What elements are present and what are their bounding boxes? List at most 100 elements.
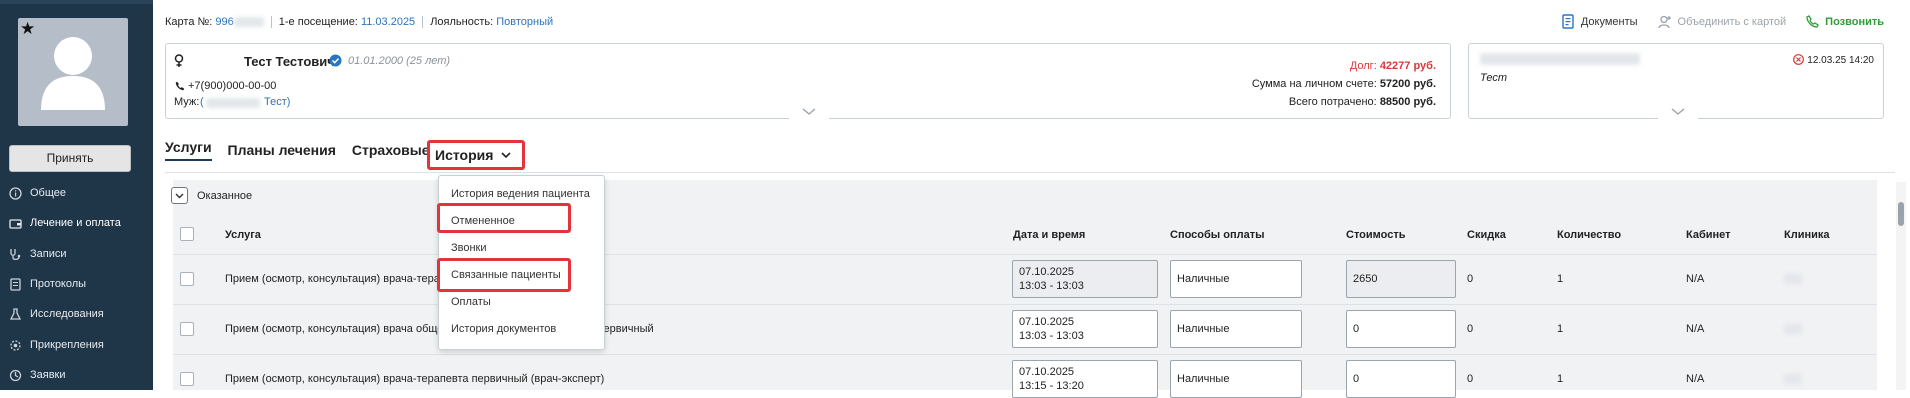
payment-field[interactable]: Наличные — [1170, 260, 1302, 298]
female-gender-icon — [174, 54, 184, 67]
column-header-clinic[interactable]: Клиника — [1784, 229, 1830, 241]
sidebar-item-treatment[interactable]: Лечение и оплата — [8, 212, 121, 234]
menu-item-payments[interactable]: Оплаты — [451, 296, 491, 308]
expand-note-toggle[interactable] — [1658, 105, 1698, 119]
gear-icon — [8, 338, 22, 352]
chevron-down-icon — [175, 193, 184, 198]
room-value: N/A — [1686, 273, 1705, 285]
call-button[interactable]: Позвонить — [1806, 15, 1884, 28]
debt-line: Долг: 42277 руб. — [1349, 60, 1436, 72]
scrollbar-thumb[interactable] — [1898, 202, 1904, 226]
date-field[interactable]: 07.10.2025 13:03 - 13:03 — [1012, 310, 1158, 348]
quantity-value: 1 — [1557, 373, 1564, 385]
payment-field[interactable]: Наличные — [1170, 310, 1302, 348]
tabs-divider — [165, 172, 1895, 173]
merge-card-button[interactable]: Объединить с картой — [1657, 15, 1787, 29]
cost-field[interactable]: 0 — [1346, 310, 1456, 348]
payment-field[interactable]: Наличные — [1170, 360, 1302, 398]
close-circle-icon[interactable] — [1793, 54, 1804, 65]
husband-paren: ( — [200, 96, 204, 108]
expand-card-toggle[interactable] — [789, 105, 829, 119]
menu-item-document-history[interactable]: История документов — [451, 323, 556, 335]
sidebar-item-protocols[interactable]: Протоколы — [8, 273, 86, 295]
redacted-text — [1480, 53, 1640, 65]
balance-line: Сумма на личном счете: 57200 руб. — [1251, 78, 1436, 90]
sidebar-item-general[interactable]: Общее — [8, 182, 66, 204]
room-value: N/A — [1686, 373, 1705, 385]
sidebar-item-attachments[interactable]: Прикрепления — [8, 334, 104, 356]
documents-button[interactable]: Документы — [1562, 14, 1638, 29]
redacted-text — [1784, 274, 1802, 284]
sidebar-item-research[interactable]: Исследования — [8, 303, 104, 325]
scrollbar[interactable] — [1896, 182, 1906, 390]
husband-link[interactable]: Тест) — [264, 96, 290, 108]
cost-field[interactable]: 0 — [1346, 360, 1456, 398]
select-all-checkbox[interactable] — [180, 227, 194, 241]
note-card: Тест 12.03.25 14:20 — [1468, 43, 1884, 119]
loyalty-value[interactable]: Повторный — [496, 16, 553, 28]
first-visit-date[interactable]: 11.03.2025 — [361, 16, 415, 28]
tabs-bar: Услуги Планы лечения Страховые — [165, 139, 446, 161]
service-name: Прием (осмотр, консультация) врача-терап… — [225, 373, 605, 385]
row-divider — [173, 254, 1877, 255]
patient-card: Тест Тестович 01.01.2000 (25 лет) +7(900… — [165, 43, 1451, 119]
phone-icon — [175, 81, 185, 91]
tab-history[interactable]: История — [427, 140, 525, 170]
cost-field[interactable]: 2650 — [1346, 260, 1456, 298]
sidebar: ★ Принять Общее Лечение и оплата Записи … — [0, 0, 153, 390]
column-header-room[interactable]: Кабинет — [1686, 229, 1731, 241]
loyalty-label: Лояльность: — [430, 16, 494, 28]
column-header-quantity[interactable]: Количество — [1557, 229, 1621, 241]
column-header-cost[interactable]: Стоимость — [1346, 229, 1406, 241]
tab-history-label: История — [435, 147, 494, 163]
sidebar-item-requests[interactable]: Заявки — [8, 364, 66, 386]
sidebar-item-label: Прикрепления — [30, 339, 104, 351]
patient-name: Тест Тестович — [244, 54, 335, 69]
column-header-payment[interactable]: Способы оплаты — [1170, 229, 1265, 241]
sidebar-item-label: Протоколы — [30, 278, 87, 290]
discount-value: 0 — [1467, 273, 1474, 285]
discount-value: 0 — [1467, 323, 1474, 335]
redacted-text — [1784, 324, 1802, 334]
quantity-value: 1 — [1557, 273, 1564, 285]
row-checkbox[interactable] — [180, 322, 194, 336]
merge-label: Объединить с картой — [1677, 15, 1787, 28]
row-checkbox[interactable] — [180, 372, 194, 386]
tab-insurance[interactable]: Страховые — [352, 142, 430, 158]
card-number[interactable]: 996 — [215, 16, 233, 28]
redacted-text — [206, 98, 260, 108]
avatar[interactable]: ★ — [18, 18, 128, 126]
patient-dob: 01.01.2000 (25 лет) — [348, 55, 451, 67]
section-header: Оказанное — [171, 187, 252, 204]
menu-item-patient-history[interactable]: История ведения пациента — [451, 188, 590, 200]
phone-icon — [1806, 15, 1819, 28]
collapse-button[interactable] — [171, 187, 188, 204]
row-checkbox[interactable] — [180, 272, 194, 286]
date-field[interactable]: 07.10.2025 13:15 - 13:20 — [1012, 360, 1158, 398]
column-header-discount[interactable]: Скидка — [1467, 229, 1506, 241]
tab-services[interactable]: Услуги — [165, 139, 212, 161]
first-visit-label: 1-е посещение: — [278, 16, 358, 28]
documents-label: Документы — [1580, 15, 1638, 28]
redacted-text — [1784, 374, 1802, 384]
accept-button[interactable]: Принять — [9, 145, 131, 172]
link-icon — [8, 368, 22, 382]
column-header-service[interactable]: Услуга — [225, 229, 261, 241]
sidebar-item-appointments[interactable]: Записи — [8, 243, 67, 265]
discount-value: 0 — [1467, 373, 1474, 385]
husband-label: Муж: — [174, 96, 200, 108]
patient-phone[interactable]: +7(900)000-00-00 — [188, 80, 276, 92]
note-timestamp: 12.03.25 14:20 — [1807, 55, 1874, 66]
column-header-date[interactable]: Дата и время — [1013, 229, 1085, 241]
menu-item-calls[interactable]: Звонки — [451, 242, 487, 254]
star-icon[interactable]: ★ — [20, 20, 35, 37]
user-silhouette-icon — [41, 37, 105, 110]
header-actions: Документы Объединить с картой Позвонить — [1542, 14, 1884, 29]
tab-treatment-plans[interactable]: Планы лечения — [228, 142, 336, 158]
sidebar-item-label: Исследования — [30, 308, 104, 320]
redacted-text — [233, 17, 264, 27]
highlight-box — [437, 203, 571, 233]
user-plus-icon — [1657, 15, 1671, 28]
document-icon — [1562, 14, 1574, 29]
date-field[interactable]: 07.10.2025 13:03 - 13:03 — [1012, 260, 1158, 298]
